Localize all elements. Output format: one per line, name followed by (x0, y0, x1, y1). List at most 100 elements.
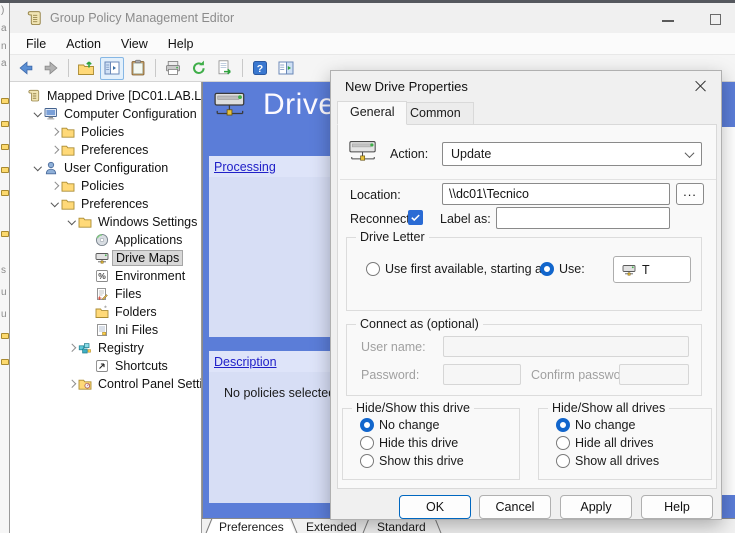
password-label: Password: (361, 368, 419, 382)
drive-letter-group-title: Drive Letter (356, 230, 429, 244)
menu-view[interactable]: View (111, 35, 158, 53)
properties-button[interactable] (126, 57, 150, 80)
check-icon (410, 212, 421, 223)
tree-item-control-panel-settings[interactable]: Control Panel Setting (10, 375, 201, 393)
forward-button[interactable] (39, 57, 63, 80)
print-icon (164, 59, 182, 77)
show-console-tree-button[interactable] (100, 57, 124, 80)
tree-item-registry[interactable]: Registry (10, 339, 201, 357)
hide-all-drives-radio[interactable]: Hide all drives (551, 436, 654, 450)
tree-item-user-preferences[interactable]: Preferences (10, 195, 201, 213)
help-button[interactable]: ? (248, 57, 272, 80)
ini-files-icon (95, 323, 110, 337)
menu-bar: File Action View Help (10, 33, 735, 55)
clipboard-icon (129, 59, 147, 77)
menu-help[interactable]: Help (158, 35, 204, 53)
chevron-right-icon[interactable] (48, 180, 61, 193)
label-as-input[interactable] (496, 207, 670, 229)
radio-on-icon (556, 418, 570, 432)
use-drive-radio[interactable]: Use: (535, 262, 585, 276)
folder-icon (61, 125, 76, 139)
location-label: Location: (350, 188, 401, 202)
background-folder-fragment (1, 231, 9, 237)
folder-icon (61, 179, 76, 193)
tree-item-windows-settings[interactable]: Windows Settings (10, 213, 201, 231)
tree-item-mapped-drive-gpo[interactable]: Mapped Drive [DC01.LAB.LOCA (10, 87, 201, 105)
back-button[interactable] (13, 57, 37, 80)
svg-text:+: + (98, 296, 102, 301)
tree-item-computer-policies[interactable]: Policies (10, 123, 201, 141)
print-button[interactable] (161, 57, 185, 80)
tree-item-environment[interactable]: % Environment (10, 267, 201, 285)
show-all-drives-radio[interactable]: Show all drives (551, 454, 659, 468)
tree-item-drive-maps[interactable]: Drive Maps (10, 249, 201, 267)
show-this-drive-radio[interactable]: Show this drive (355, 454, 464, 468)
console-tree-panel: Mapped Drive [DC01.LAB.LOCA Computer Con… (10, 82, 202, 533)
up-one-level-button[interactable] (74, 57, 98, 80)
hide-this-drive-radio[interactable]: Hide this drive (355, 436, 458, 450)
tab-extended[interactable]: Extended (306, 520, 357, 533)
tree-item-user-policies[interactable]: Policies (10, 177, 201, 195)
use-first-available-radio[interactable]: Use first available, starting at: (361, 262, 549, 276)
tab-standard[interactable]: Standard (377, 520, 426, 533)
background-folder-fragment (1, 359, 9, 365)
drive-icon (621, 263, 637, 277)
reconnect-checkbox[interactable] (408, 210, 423, 225)
chevron-down-icon[interactable] (48, 198, 61, 211)
background-folder-fragment (1, 144, 9, 150)
results-pane-tabs: Preferences Extended Standard (202, 518, 735, 533)
ok-button[interactable]: OK (399, 495, 471, 519)
chevron-right-icon[interactable] (65, 342, 78, 355)
export-list-button[interactable] (213, 57, 237, 80)
background-window-left-strip: ) a n a s u u (0, 3, 10, 533)
chevron-down-icon[interactable] (31, 108, 44, 121)
apply-button[interactable]: Apply (560, 495, 632, 519)
drive-action-icon (348, 135, 378, 165)
preview-pane-button[interactable] (274, 57, 298, 80)
location-input[interactable] (442, 183, 670, 205)
cancel-button[interactable]: Cancel (479, 495, 551, 519)
description-link[interactable]: Description (214, 355, 277, 369)
files-icon: + (95, 287, 110, 301)
chevron-right-icon[interactable] (48, 144, 61, 157)
tree-item-shortcuts[interactable]: Shortcuts (10, 357, 201, 375)
chevron-right-icon[interactable] (65, 378, 78, 391)
refresh-button[interactable] (187, 57, 211, 80)
background-text-fragment: u (1, 287, 7, 298)
tree-item-folders[interactable]: * Folders (10, 303, 201, 321)
tree-item-computer-preferences[interactable]: Preferences (10, 141, 201, 159)
tree-item-user-configuration[interactable]: User Configuration (10, 159, 201, 177)
help-button-dialog[interactable]: Help (641, 495, 713, 519)
drive-maps-icon (95, 251, 110, 265)
background-text-fragment: n (1, 41, 7, 52)
tree-item-files[interactable]: + Files (10, 285, 201, 303)
chevron-down-icon[interactable] (31, 162, 44, 175)
background-text-fragment: a (1, 23, 7, 34)
tree-item-applications[interactable]: Applications (10, 231, 201, 249)
menu-action[interactable]: Action (56, 35, 111, 53)
user-icon (44, 161, 59, 175)
radio-off-icon (556, 454, 570, 468)
action-select[interactable]: Update (442, 142, 702, 166)
reconnect-label: Reconnect: (350, 212, 413, 226)
chevron-down-icon[interactable] (65, 216, 78, 229)
tree-item-computer-configuration[interactable]: Computer Configuration (10, 105, 201, 123)
tab-general[interactable]: General (337, 101, 407, 125)
this-no-change-radio[interactable]: No change (355, 418, 439, 432)
tree-item-ini-files[interactable]: Ini Files (10, 321, 201, 339)
close-icon[interactable] (693, 78, 709, 94)
all-no-change-radio[interactable]: No change (551, 418, 635, 432)
user-name-label: User name: (361, 340, 426, 354)
drive-letter-select[interactable]: T (613, 256, 691, 283)
browse-button[interactable]: ... (676, 183, 704, 205)
chevron-right-icon[interactable] (48, 126, 61, 139)
minimize-button[interactable] (662, 20, 674, 22)
maximize-button[interactable] (710, 14, 721, 25)
tab-common[interactable]: Common (397, 102, 474, 125)
background-text-fragment: ) (1, 5, 4, 16)
menu-file[interactable]: File (16, 35, 56, 53)
background-folder-fragment (1, 190, 9, 196)
tab-preferences[interactable]: Preferences (219, 520, 284, 533)
processing-link[interactable]: Processing (214, 160, 276, 174)
window-title: Group Policy Management Editor (50, 11, 234, 25)
